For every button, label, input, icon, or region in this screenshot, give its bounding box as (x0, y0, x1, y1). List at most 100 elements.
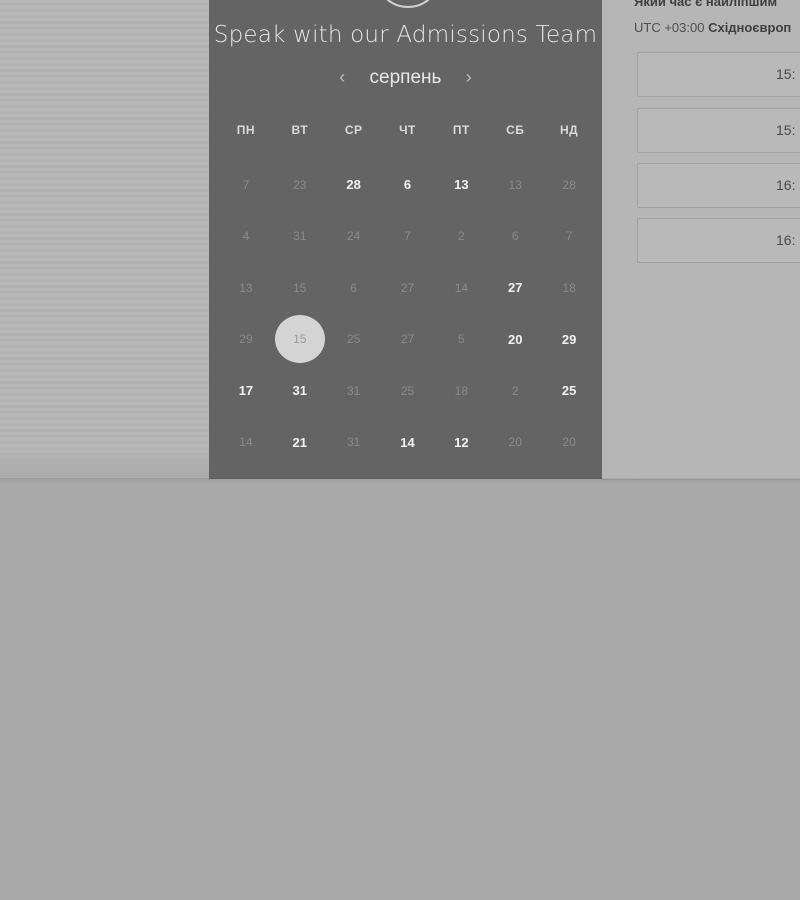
calendar-week-row: 7 23 28 6 13 13 28 (219, 159, 596, 211)
calendar-day: 5 (434, 316, 488, 362)
calendar-day-number: 31 (346, 435, 361, 450)
calendar-day[interactable]: 13 (434, 162, 488, 208)
weekday-label: ВТ (291, 123, 309, 137)
calendar-day-number: 20 (562, 435, 576, 450)
calendar-day: 23 (273, 162, 327, 208)
calendar-day-number: 31 (346, 383, 361, 398)
calendar-day-selected[interactable]: 15 (273, 316, 327, 362)
calendar-day: 7 (381, 213, 435, 259)
left-panel-fade (0, 448, 209, 478)
calendar-day-number: 28 (346, 177, 361, 193)
time-selection-panel: Який час є найліпшим UTC +03:00 Східноєв… (602, 0, 800, 480)
time-slot-label: 16: (776, 177, 796, 193)
calendar-day: 13 (219, 265, 273, 311)
calendar-day[interactable]: 20 (488, 316, 542, 362)
time-slot-button[interactable]: 15: (637, 52, 800, 97)
calendar-day: 15 (273, 265, 327, 311)
weekday-label: НД (559, 123, 579, 137)
timezone-label: UTC +03:00 Східноєвроп (634, 20, 791, 35)
calendar-day[interactable]: 25 (542, 368, 596, 414)
chevron-left-icon[interactable]: ‹ (332, 67, 352, 88)
calendar-day: 7 (542, 213, 596, 259)
calendar-day-number: 6 (350, 280, 357, 295)
calendar-day-number: 15 (293, 280, 307, 295)
calendar-day: 29 (219, 316, 273, 362)
calendar-day[interactable]: 31 (273, 368, 327, 414)
calendar-day[interactable]: 29 (542, 316, 596, 362)
calendar-day-number: 23 (293, 177, 307, 192)
calendar-day-number: 25 (400, 383, 415, 398)
calendar-day-number: 7 (242, 177, 250, 192)
calendar-day: 27 (381, 265, 435, 311)
time-slot-label: 15: (776, 122, 796, 138)
left-background-panel (0, 0, 209, 478)
month-navigation: ‹ серпень › (209, 67, 602, 91)
calendar-day-number: 27 (507, 280, 523, 296)
calendar-day: 4 (219, 213, 273, 259)
calendar-day-number: 12 (454, 434, 469, 450)
calendar-day: 2 (434, 213, 488, 259)
calendar-day: 27 (381, 316, 435, 362)
calendar-day-number: 27 (400, 280, 415, 295)
calendar-day: 7 (219, 162, 273, 208)
weekday-header: ПН ВТ СР ЧТ ПТ СБ НД (219, 123, 596, 141)
time-slot-button[interactable]: 16: (637, 163, 800, 208)
calendar-day-number: 15 (293, 332, 307, 347)
time-slot-button[interactable]: 16: (637, 218, 800, 263)
calendar-day: 2 (488, 368, 542, 414)
calendar-day: 13 (488, 162, 542, 208)
calendar-day-number: 20 (508, 435, 522, 450)
calendar-day[interactable]: 28 (327, 162, 381, 208)
calendar-day-number: 25 (346, 332, 361, 347)
calendar-day-number: 13 (454, 177, 469, 193)
calendar-day-number: 31 (292, 383, 308, 399)
calendar-week-row: 13 15 6 27 14 27 18 (219, 262, 596, 314)
calendar-day[interactable]: 14 (381, 419, 435, 465)
calendar-day-number: 14 (400, 434, 415, 450)
time-slot-button[interactable]: 15: (637, 108, 800, 153)
calendar-day-number: 5 (458, 332, 465, 347)
calendar-panel: Speak with our Admissions Team ‹ серпень… (209, 0, 602, 479)
calendar-day: 31 (327, 419, 381, 465)
calendar-day[interactable]: 17 (219, 368, 273, 414)
calendar-day: 18 (542, 265, 596, 311)
calendar-day-number: 31 (293, 229, 307, 244)
chevron-right-icon[interactable]: › (459, 67, 479, 88)
calendar-week-row: 4 31 24 7 2 6 7 (219, 211, 596, 263)
calendar-day[interactable]: 27 (488, 265, 542, 311)
avatar (375, 0, 441, 8)
calendar-day[interactable]: 6 (381, 162, 435, 208)
calendar-grid: 7 23 28 6 13 13 28 4 31 24 7 2 6 7 13 15 6 27 14 27 18 29 15 25… (219, 159, 596, 468)
calendar-day-number: 7 (565, 229, 573, 244)
calendar-day-number: 17 (238, 383, 254, 399)
month-label: серпень (369, 67, 442, 88)
calendar-day-number: 18 (562, 280, 576, 295)
time-slot-label: 16: (776, 232, 796, 248)
calendar-day-number: 21 (292, 434, 308, 450)
weekday-label: ПН (236, 123, 256, 137)
calendar-day-number: 27 (400, 332, 415, 347)
calendar-day-number: 14 (239, 435, 253, 450)
calendar-day-number: 29 (561, 331, 577, 347)
calendar-day: 28 (542, 162, 596, 208)
calendar-day-number: 20 (507, 331, 523, 347)
calendar-week-row: 29 15 25 27 5 20 29 (219, 314, 596, 366)
calendar-day-number: 28 (562, 177, 576, 192)
calendar-day-number: 4 (242, 229, 250, 244)
calendar-day: 25 (381, 368, 435, 414)
calendar-day: 20 (488, 419, 542, 465)
timezone-name: Східноєвроп (708, 20, 792, 35)
calendar-day-number: 18 (454, 383, 469, 398)
time-slot-label: 15: (776, 66, 796, 82)
calendar-day[interactable]: 12 (434, 419, 488, 465)
calendar-day-number: 6 (511, 229, 519, 244)
calendar-day: 6 (488, 213, 542, 259)
calendar-day[interactable]: 21 (273, 419, 327, 465)
calendar-day-number: 13 (508, 177, 522, 192)
calendar-day: 25 (327, 316, 381, 362)
calendar-day-number: 2 (511, 383, 519, 398)
calendar-day-number: 7 (404, 229, 411, 244)
calendar-day-number: 14 (454, 280, 469, 295)
calendar-day-number: 6 (403, 177, 412, 193)
calendar-day: 31 (273, 213, 327, 259)
